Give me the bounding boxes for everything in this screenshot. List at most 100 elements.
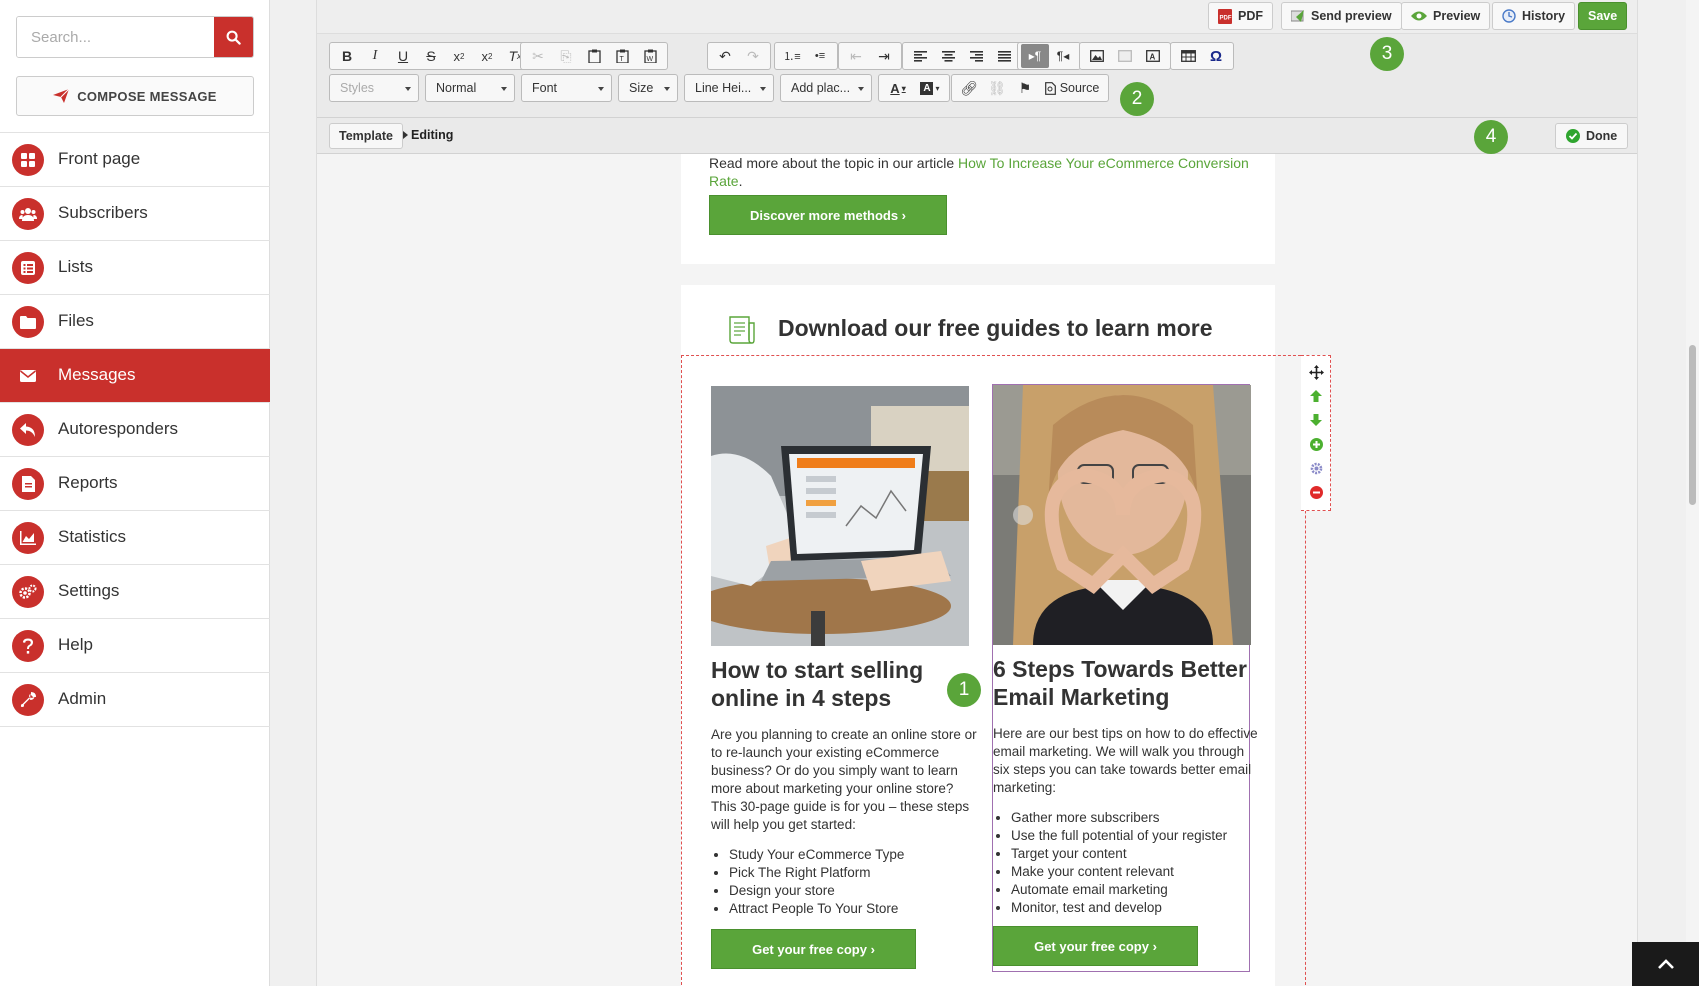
block-tools	[1301, 355, 1331, 511]
paste-word-icon[interactable]: W	[636, 44, 664, 68]
element-path-bar: Template Editing Done	[317, 118, 1637, 154]
cut-icon[interactable]: ✂	[524, 44, 552, 68]
outdent-icon[interactable]: ⇤	[842, 44, 870, 68]
sidebar-item-statistics[interactable]: Statistics	[0, 511, 270, 565]
guide-2-copy-button[interactable]: Get your free copy ›	[993, 926, 1198, 966]
undo-icon[interactable]: ↶	[711, 44, 739, 68]
bg-color-button[interactable]: A ▾	[914, 76, 946, 100]
image-icon[interactable]	[1083, 44, 1111, 68]
sidebar-item-lists[interactable]: Lists	[0, 241, 270, 295]
line-height-select[interactable]: Line Hei...	[684, 74, 774, 102]
compose-message-button[interactable]: COMPOSE MESSAGE	[16, 76, 254, 116]
move-down-icon[interactable]	[1308, 412, 1324, 428]
anchor-flag-icon[interactable]: ⚑	[1011, 76, 1039, 100]
send-preview-button[interactable]: Send preview	[1281, 2, 1402, 30]
align-center-icon[interactable]	[934, 44, 962, 68]
search-input[interactable]	[17, 17, 216, 57]
article-block[interactable]: Read more about the topic in our article…	[681, 154, 1275, 264]
align-left-icon[interactable]	[906, 44, 934, 68]
paste-icon[interactable]	[580, 44, 608, 68]
breadcrumb-editing[interactable]: Editing	[411, 128, 453, 142]
search-button[interactable]	[214, 17, 253, 57]
svg-text:T: T	[619, 56, 624, 63]
read-more-text: Read more about the topic in our article…	[709, 154, 1249, 190]
preview-label: Preview	[1433, 9, 1481, 23]
styles-select[interactable]: Styles	[329, 74, 419, 102]
sidebar-item-files[interactable]: Files	[0, 295, 270, 349]
move-icon[interactable]	[1308, 364, 1324, 380]
sidebar-item-subscribers[interactable]: Subscribers	[0, 187, 270, 241]
delete-block-icon[interactable]	[1308, 484, 1324, 500]
add-block-icon[interactable]	[1308, 436, 1324, 452]
settings-gear-icon[interactable]	[1308, 460, 1324, 476]
paste-text-icon[interactable]: T	[608, 44, 636, 68]
done-label: Done	[1586, 129, 1618, 143]
search-icon	[226, 30, 241, 45]
history-group: ↶ ↷	[707, 42, 771, 70]
reply-icon	[12, 414, 44, 446]
underline-button[interactable]: U	[389, 44, 417, 68]
sidebar-item-messages[interactable]: Messages	[0, 349, 270, 403]
size-select[interactable]: Size	[618, 74, 678, 102]
save-button[interactable]: Save	[1578, 2, 1628, 30]
history-button[interactable]: History	[1492, 2, 1576, 30]
grid-icon	[12, 144, 44, 176]
font-select-value: Font	[532, 81, 558, 95]
indent-icon[interactable]: ⇥	[870, 44, 898, 68]
align-right-icon[interactable]	[962, 44, 990, 68]
superscript-button[interactable]: x2	[473, 44, 501, 68]
text-box-icon[interactable]: A	[1139, 44, 1167, 68]
insert-media-group: A	[1079, 42, 1171, 70]
preview-button[interactable]: Preview	[1401, 2, 1491, 30]
done-button[interactable]: Done	[1555, 123, 1629, 149]
page-scrollbar[interactable]	[1686, 0, 1699, 986]
template-button[interactable]: Template	[329, 123, 403, 149]
search-box	[16, 16, 254, 58]
flash-icon[interactable]	[1111, 44, 1139, 68]
numbered-list-icon[interactable]: ⒈≡	[778, 44, 806, 68]
link-icon[interactable]: 🔗︎	[955, 76, 983, 100]
bulleted-list-icon[interactable]: •≡	[806, 44, 834, 68]
source-button[interactable]: Source	[1039, 76, 1105, 100]
sidebar-item-help[interactable]: Help	[0, 619, 270, 673]
italic-button[interactable]: I	[361, 44, 389, 68]
guide-1-copy-label: Get your free copy ›	[752, 941, 875, 957]
placeholder-select[interactable]: Add plac...	[780, 74, 872, 102]
sidebar-item-label: Messages	[58, 365, 136, 384]
redo-icon[interactable]: ↷	[739, 44, 767, 68]
format-select[interactable]: Normal	[425, 74, 515, 102]
chevron-down-icon	[405, 87, 411, 91]
text-color-button[interactable]: A ▾	[882, 76, 914, 100]
guide-column-2[interactable]: 6 Steps Towards Better Email Marketing H…	[992, 384, 1258, 972]
sidebar-item-autoresponders[interactable]: Autoresponders	[0, 403, 270, 457]
pdf-button[interactable]: PDF PDF	[1208, 2, 1273, 30]
sidebar-item-admin[interactable]: Admin	[0, 673, 270, 727]
special-char-icon[interactable]: Ω	[1202, 44, 1230, 68]
sidebar-item-front-page[interactable]: Front page	[0, 133, 270, 187]
move-up-icon[interactable]	[1308, 388, 1324, 404]
ltr-icon[interactable]: ▸¶	[1021, 44, 1049, 68]
chevron-down-icon	[760, 87, 766, 91]
bold-button[interactable]: B	[333, 44, 361, 68]
unlink-icon[interactable]: ⛓︎	[983, 76, 1011, 100]
list-item: Automate email marketing	[1011, 881, 1271, 899]
rtl-icon[interactable]: ¶◂	[1049, 44, 1077, 68]
basic-styles-group: B I U S x2 x2 Tx	[329, 42, 533, 70]
copy-icon[interactable]: ⎘	[552, 44, 580, 68]
folder-icon	[12, 306, 44, 338]
table-icon[interactable]	[1174, 44, 1202, 68]
guide-1-copy-button[interactable]: Get your free copy ›	[711, 929, 916, 969]
preview-icon	[1411, 11, 1427, 21]
font-select[interactable]: Font	[521, 74, 612, 102]
source-label: Source	[1059, 81, 1100, 95]
discover-more-button[interactable]: Discover more methods ›	[709, 195, 947, 235]
email-canvas: Read more about the topic in our article…	[317, 154, 1637, 986]
align-justify-icon[interactable]	[990, 44, 1018, 68]
sidebar-item-settings[interactable]: Settings	[0, 565, 270, 619]
subscript-button[interactable]: x2	[445, 44, 473, 68]
back-to-top-button[interactable]	[1632, 942, 1699, 986]
scrollbar-thumb[interactable]	[1689, 345, 1696, 505]
strikethrough-button[interactable]: S	[417, 44, 445, 68]
callout-badge-3: 3	[1370, 37, 1404, 71]
sidebar-item-reports[interactable]: Reports	[0, 457, 270, 511]
